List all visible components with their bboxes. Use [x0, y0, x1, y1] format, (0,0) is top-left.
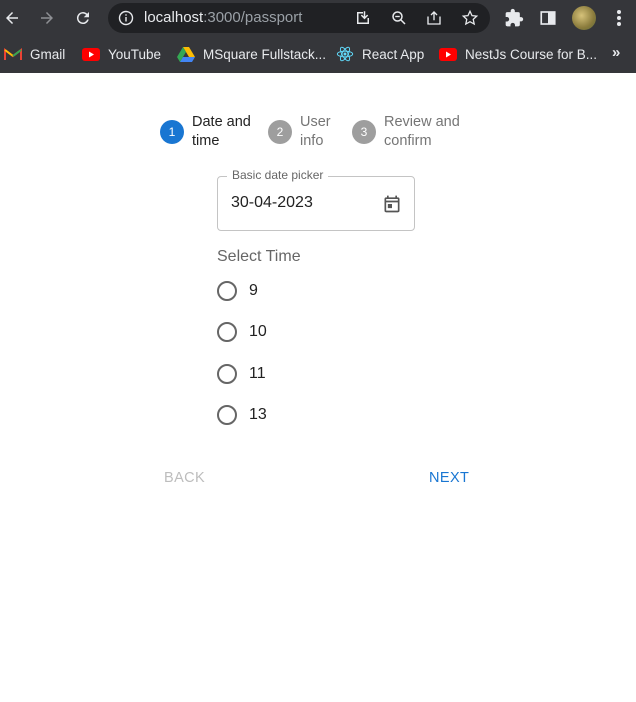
youtube-icon: [82, 47, 100, 61]
step-review-and-confirm: 3 Review and confirm: [352, 113, 460, 151]
step-number-badge: 1: [160, 120, 184, 144]
star-icon[interactable]: [460, 8, 480, 28]
bookmark-label: NestJs Course for B...: [465, 46, 598, 62]
step-label: Review and confirm: [384, 113, 460, 151]
url-text[interactable]: localhost:3000/passport: [144, 9, 302, 26]
time-option-10[interactable]: 10: [217, 322, 267, 342]
bookmark-label: Gmail: [30, 46, 66, 62]
time-option-label: 13: [249, 406, 267, 423]
step-label-line: confirm: [384, 133, 432, 149]
info-icon[interactable]: [118, 10, 134, 26]
extensions-icon[interactable]: [503, 7, 525, 29]
time-option-label: 10: [249, 323, 267, 340]
time-option-9[interactable]: 9: [217, 281, 258, 301]
bookmarks-bar: Gmail YouTube MSquare Fullstack... React…: [0, 36, 636, 73]
bookmark-label: React App: [362, 46, 425, 62]
menu-dots-icon[interactable]: [608, 7, 630, 29]
profile-avatar[interactable]: [572, 6, 596, 30]
reload-icon[interactable]: [71, 6, 95, 30]
back-button[interactable]: BACK: [164, 470, 205, 486]
date-picker-field[interactable]: Basic date picker 30-04-2023: [217, 168, 415, 231]
next-button[interactable]: NEXT: [429, 470, 469, 486]
bookmarks-overflow-button[interactable]: »: [612, 44, 620, 61]
step-label-line: User: [300, 114, 331, 130]
url-host: localhost: [144, 9, 204, 26]
step-label-line: info: [300, 133, 324, 149]
time-option-label: 11: [249, 365, 266, 382]
side-panel-icon[interactable]: [537, 7, 559, 29]
forward-arrow-icon[interactable]: [35, 6, 59, 30]
radio-button[interactable]: [217, 405, 237, 425]
date-picker-value[interactable]: 30-04-2023: [231, 194, 313, 212]
url-path: :3000/passport: [203, 9, 303, 26]
react-icon: [336, 46, 354, 62]
bookmark-gmail[interactable]: Gmail: [4, 45, 65, 63]
bookmark-label: MSquare Fullstack...: [203, 46, 327, 62]
bookmark-msquare[interactable]: MSquare Fullstack...: [177, 45, 326, 63]
google-drive-icon: [177, 47, 195, 62]
share-icon[interactable]: [424, 8, 444, 28]
bookmark-youtube[interactable]: YouTube: [82, 45, 161, 63]
bookmark-react-app[interactable]: React App: [336, 45, 424, 63]
install-icon[interactable]: [353, 8, 373, 28]
select-time-label: Select Time: [217, 248, 301, 265]
bookmark-nestjs[interactable]: NestJs Course for B...: [439, 45, 597, 63]
radio-button[interactable]: [217, 364, 237, 384]
bookmark-label: YouTube: [108, 46, 162, 62]
step-number-badge: 3: [352, 120, 376, 144]
radio-button[interactable]: [217, 322, 237, 342]
date-picker-label: Basic date picker: [227, 168, 329, 182]
step-number-badge: 2: [268, 120, 292, 144]
back-arrow-icon[interactable]: [0, 6, 24, 30]
step-label-line: Date and: [192, 114, 251, 130]
gmail-icon: [4, 47, 22, 61]
address-bar[interactable]: localhost:3000/passport: [108, 3, 490, 33]
time-option-label: 9: [249, 282, 258, 299]
step-user-info: 2 User info: [268, 113, 331, 151]
time-option-13[interactable]: 13: [217, 405, 267, 425]
time-option-11[interactable]: 11: [217, 364, 266, 384]
radio-button[interactable]: [217, 281, 237, 301]
step-label: Date and time: [192, 113, 251, 151]
zoom-icon[interactable]: [389, 8, 409, 28]
calendar-icon[interactable]: [380, 192, 404, 216]
browser-toolbar: localhost:3000/passport: [0, 0, 636, 36]
step-label: User info: [300, 113, 331, 151]
step-label-line: Review and: [384, 114, 460, 130]
step-label-line: time: [192, 133, 220, 149]
youtube-icon: [439, 47, 457, 61]
step-date-and-time: 1 Date and time: [160, 113, 251, 151]
